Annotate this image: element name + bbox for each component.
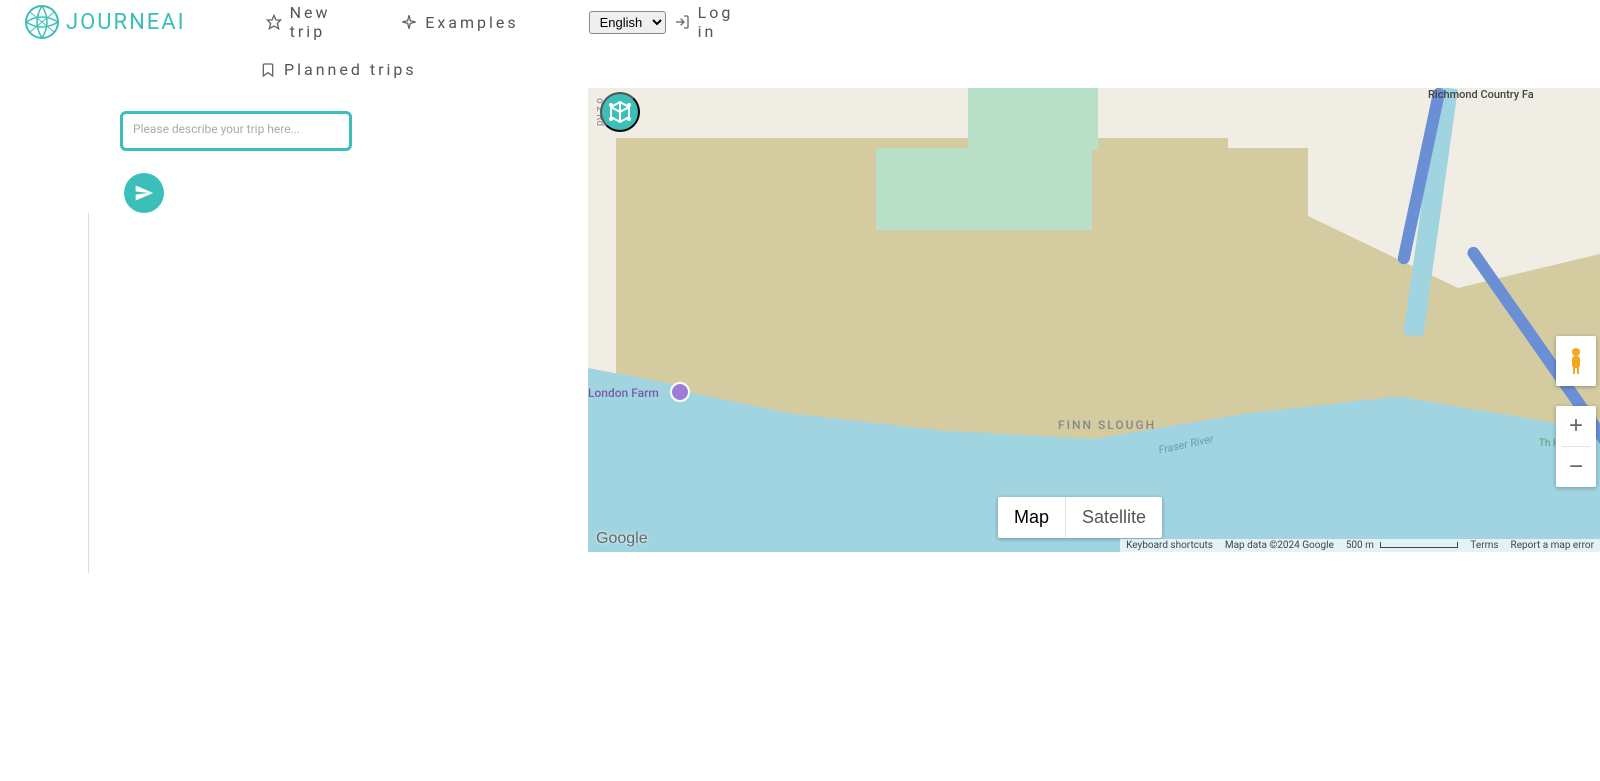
logo-text: JOURNEAI — [66, 10, 186, 35]
pegman-control[interactable] — [1556, 336, 1596, 386]
area-finn-slough: FINN SLOUGH — [1058, 418, 1156, 432]
terms-link[interactable]: Terms — [1470, 540, 1498, 551]
map[interactable]: o 2 Rd London Farm FINN SLOUGH Richmond … — [588, 88, 1600, 552]
login-button[interactable]: Log in — [674, 3, 756, 41]
poi-london-farm-marker[interactable] — [670, 382, 690, 402]
new-trip-label: New trip — [290, 3, 370, 41]
examples-label: Examples — [425, 13, 518, 32]
logo[interactable]: JOURNEAI — [24, 4, 186, 40]
scale-bar — [1380, 542, 1458, 548]
star-icon — [266, 14, 282, 30]
map-data-label: Map data ©2024 Google — [1225, 540, 1334, 551]
side-divider — [88, 213, 89, 573]
map-scale-text: 500 m — [1346, 540, 1374, 551]
new-trip-nav[interactable]: New trip — [254, 0, 382, 49]
zoom-control: + − — [1556, 406, 1596, 487]
planned-trips-label: Planned trips — [284, 60, 417, 79]
zoom-out-button[interactable]: − — [1556, 447, 1596, 487]
language-select[interactable]: English — [589, 11, 666, 34]
examples-nav[interactable]: Examples — [389, 5, 530, 40]
map-type-satellite[interactable]: Satellite — [1066, 497, 1162, 538]
planned-trips-nav[interactable]: Planned trips — [248, 52, 1576, 87]
pegman-icon — [1566, 346, 1586, 376]
map-park-1 — [876, 148, 1092, 230]
poi-richmond-label: Richmond Country Fa — [1428, 88, 1534, 101]
map-footer: Keyboard shortcuts Map data ©2024 Google… — [1120, 539, 1600, 552]
map-type-map[interactable]: Map — [998, 497, 1065, 538]
zoom-in-button[interactable]: + — [1556, 406, 1596, 446]
send-icon — [134, 183, 154, 203]
google-logo: Google — [596, 530, 648, 548]
bookmark-icon — [260, 62, 276, 78]
map-type-control: Map Satellite — [998, 497, 1162, 538]
map-3d-button[interactable] — [600, 92, 640, 132]
send-button[interactable] — [124, 173, 164, 213]
globe-icon — [24, 4, 60, 40]
report-error-link[interactable]: Report a map error — [1511, 540, 1594, 551]
login-icon — [674, 14, 690, 30]
login-label: Log in — [698, 3, 756, 41]
sparkle-icon — [401, 14, 417, 30]
keyboard-shortcuts-link[interactable]: Keyboard shortcuts — [1126, 540, 1213, 551]
left-panel — [0, 95, 588, 213]
trip-description-input[interactable] — [120, 111, 352, 151]
poi-london-farm-label: London Farm — [588, 386, 659, 400]
cube-icon — [608, 100, 632, 124]
map-park-1b — [968, 88, 1098, 150]
map-scale: 500 m — [1346, 540, 1459, 551]
header: JOURNEAI New trip Examples English Log i… — [0, 0, 1600, 44]
map-canvas: o 2 Rd London Farm FINN SLOUGH Richmond … — [588, 88, 1600, 552]
